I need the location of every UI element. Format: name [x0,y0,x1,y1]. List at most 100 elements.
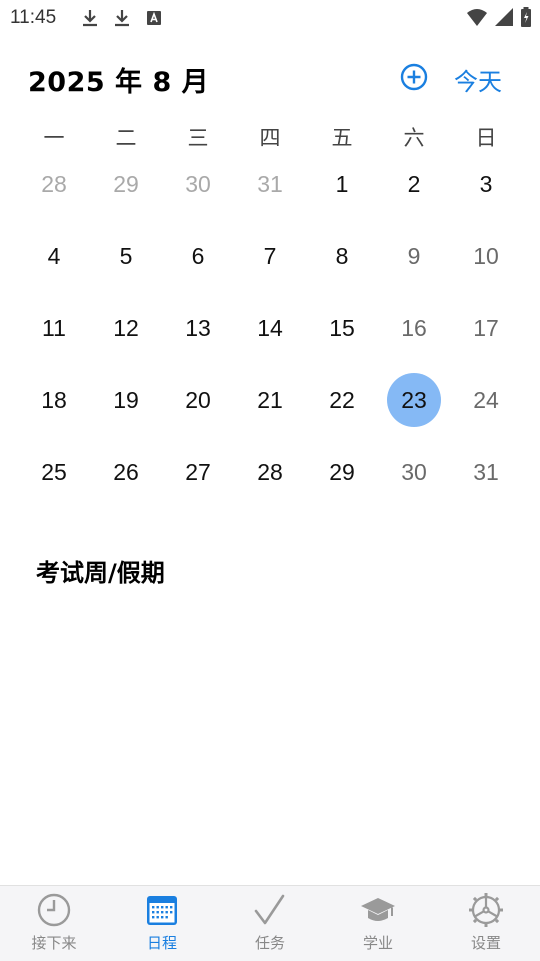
day-number: 26 [113,458,139,485]
calendar-day[interactable]: 17 [450,292,522,364]
day-number: 13 [185,314,211,341]
calendar-day[interactable]: 12 [90,292,162,364]
status-icons-right [466,7,532,27]
calendar-day[interactable]: 11 [18,292,90,364]
day-number: 5 [119,242,133,269]
calendar-day[interactable]: 5 [90,220,162,292]
day-number: 29 [113,170,139,197]
status-bar: 11:45 [0,0,540,36]
calendar-day[interactable]: 2 [378,148,450,220]
day-number: 30 [401,458,427,485]
wifi-icon [467,9,487,26]
calendar-day[interactable]: 30 [162,148,234,220]
nav-label: 接下来 [31,934,77,952]
calendar-day-selected[interactable]: 23 [378,364,450,436]
day-number: 20 [185,386,211,413]
calendar-icon [147,896,177,925]
nav-label: 学业 [362,934,393,952]
calendar-day[interactable]: 19 [90,364,162,436]
day-number: 16 [401,314,427,341]
month-title: 2025 年 8 月 [28,67,210,98]
day-number: 15 [329,314,355,341]
day-number: 3 [479,170,493,197]
today-button[interactable]: 今天 [454,62,502,97]
day-number: 29 [329,458,355,485]
day-number: 31 [257,170,283,197]
calendar-day[interactable]: 4 [18,220,90,292]
day-number: 9 [407,242,421,269]
nav-item-schedule[interactable]: 日程 [108,886,216,961]
calendar-day[interactable]: 3 [450,148,522,220]
day-number: 6 [191,242,205,269]
plus-circle-icon [400,63,428,91]
calendar-day[interactable]: 9 [378,220,450,292]
calendar-day[interactable]: 27 [162,436,234,508]
day-number: 17 [473,314,499,341]
gear-icon [469,893,503,927]
clock-icon [37,893,71,927]
bottom-navigation: 接下来 日程 任务 学业 设置 [0,885,540,961]
download-icon [115,10,129,27]
add-event-button[interactable] [400,63,428,91]
day-number: 10 [473,242,499,269]
calendar-day[interactable]: 16 [378,292,450,364]
calendar-day[interactable]: 30 [378,436,450,508]
calendar-day[interactable]: 15 [306,292,378,364]
calendar-day[interactable]: 10 [450,220,522,292]
graduation-cap-icon [361,898,395,921]
day-number: 2 [407,170,421,197]
day-number: 21 [257,386,283,413]
calendar-day[interactable]: 26 [90,436,162,508]
status-icons-left [80,8,164,28]
nav-item-upcoming[interactable]: 接下来 [0,886,108,961]
day-number: 18 [41,386,67,413]
calendar-day[interactable]: 18 [18,364,90,436]
battery-icon [521,7,531,27]
calendar-day[interactable]: 14 [234,292,306,364]
day-number: 19 [113,386,139,413]
checkmark-icon [254,894,285,925]
calendar-day[interactable]: 20 [162,364,234,436]
calendar-day[interactable]: 29 [306,436,378,508]
day-number: 27 [185,458,211,485]
signal-icon [495,8,513,26]
day-number: 1 [335,170,349,197]
calendar-day[interactable]: 24 [450,364,522,436]
day-number: 28 [257,458,283,485]
calendar-day[interactable]: 13 [162,292,234,364]
nav-item-academics[interactable]: 学业 [324,886,432,961]
day-number: 14 [257,314,283,341]
day-number: 4 [47,242,61,269]
calendar-grid: 28 29 30 31 1 2 3 4 5 6 7 8 9 10 11 12 13 14 15 16 17 18 19 20 2… [18,148,522,508]
day-number: 24 [473,386,499,413]
day-number: 7 [263,242,277,269]
day-number: 30 [185,170,211,197]
status-time: 11:45 [10,7,57,28]
day-number: 8 [335,242,349,269]
section-title: 考试周/假期 [36,559,165,587]
nav-item-settings[interactable]: 设置 [432,886,540,961]
day-number: 28 [41,170,67,197]
calendar-day[interactable]: 8 [306,220,378,292]
calendar-day[interactable]: 31 [450,436,522,508]
calendar-day[interactable]: 25 [18,436,90,508]
day-number: 11 [42,314,66,341]
nav-item-tasks[interactable]: 任务 [216,886,324,961]
text-input-icon [147,11,161,25]
download-icon [83,10,97,27]
calendar-day[interactable]: 29 [90,148,162,220]
calendar-day[interactable]: 28 [234,436,306,508]
calendar-day[interactable]: 31 [234,148,306,220]
nav-label: 任务 [254,934,285,952]
day-number: 23 [387,373,441,427]
calendar-day[interactable]: 7 [234,220,306,292]
calendar-day[interactable]: 21 [234,364,306,436]
calendar-day[interactable]: 22 [306,364,378,436]
day-number: 12 [113,314,139,341]
calendar-day[interactable]: 28 [18,148,90,220]
calendar-day[interactable]: 1 [306,148,378,220]
day-number: 25 [41,458,67,485]
nav-label: 设置 [470,934,501,952]
calendar-day[interactable]: 6 [162,220,234,292]
nav-label: 日程 [146,934,177,952]
